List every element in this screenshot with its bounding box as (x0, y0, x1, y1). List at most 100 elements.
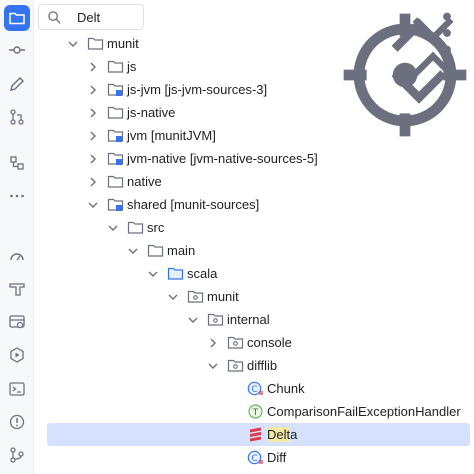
folder-icon (107, 173, 124, 190)
module-folder-icon (107, 150, 124, 167)
folder-icon (127, 219, 144, 236)
chevron-down-icon[interactable] (107, 221, 119, 233)
terminal-icon (9, 382, 25, 396)
tree-row[interactable]: T ComparisonFailExceptionHandler (34, 400, 474, 423)
git-icon (10, 447, 24, 463)
tree-row[interactable]: jvm-native [jvm-native-sources-5] (34, 147, 474, 170)
problems-tool-button[interactable] (4, 409, 30, 435)
search-query[interactable]: Delt (77, 10, 100, 25)
chevron-right-icon[interactable] (207, 336, 219, 348)
pencil-icon (10, 77, 24, 91)
chevron-down-icon[interactable] (127, 244, 139, 256)
tree-row[interactable]: main (34, 239, 474, 262)
chevron-down-icon[interactable] (167, 290, 179, 302)
structure-icon (10, 156, 24, 170)
tree-row-label: main (167, 243, 196, 258)
tree-row[interactable]: difflib (34, 354, 474, 377)
chevron-down-icon[interactable] (187, 313, 199, 325)
chevron-down-icon[interactable] (207, 359, 219, 371)
commit-tool-button[interactable] (4, 37, 30, 63)
services-icon (9, 315, 25, 329)
speed-search-field[interactable]: Delt (38, 4, 144, 30)
profiler-tool-button[interactable] (4, 243, 30, 269)
package-icon (187, 288, 204, 305)
terminal-tool-button[interactable] (4, 376, 30, 402)
tool-window-strip (0, 0, 34, 474)
tree-row[interactable]: js (34, 55, 474, 78)
search-icon (48, 11, 61, 24)
chevron-right-icon[interactable] (87, 129, 99, 141)
tree-row-label: difflib (247, 358, 278, 373)
tree-row[interactable]: C Chunk (34, 377, 474, 400)
pull-requests-tool-button[interactable] (4, 104, 30, 130)
pull-requests-icon (10, 109, 24, 125)
tree-row[interactable]: js-native (34, 101, 474, 124)
build-tool-button[interactable] (4, 276, 30, 302)
search-match-highlight: Delt (267, 427, 291, 442)
project-tree[interactable]: munit js js-jvm [js-jvm-sources-3] js-nativ… (34, 32, 474, 474)
tree-row-label: scala (187, 266, 218, 281)
module-folder-icon (107, 127, 124, 144)
scala-object-icon (247, 426, 264, 443)
tree-row[interactable]: console (34, 331, 474, 354)
tree-row-label: internal (227, 312, 270, 327)
chevron-right-icon[interactable] (87, 83, 99, 95)
module-folder-icon (107, 196, 124, 213)
tree-row-label: src (147, 220, 165, 235)
tree-row-label: munit (207, 289, 239, 304)
build-icon (9, 283, 25, 296)
tree-row[interactable]: internal (34, 308, 474, 331)
chevron-right-icon[interactable] (87, 106, 99, 118)
tree-row-label: js-native (127, 105, 176, 120)
folder-icon (87, 35, 104, 52)
tree-row-label: jvm [munitJVM] (127, 128, 216, 143)
pencil-tool-button[interactable] (4, 71, 30, 97)
chevron-down-icon[interactable] (67, 37, 79, 49)
svg-text:T: T (252, 408, 259, 418)
run-tool-button[interactable] (4, 342, 30, 368)
tree-row[interactable]: src (34, 216, 474, 239)
tree-row[interactable]: shared [munit-sources] (34, 193, 474, 216)
tree-row[interactable]: munit (34, 32, 474, 55)
tree-row-label: js-jvm [js-jvm-sources-3] (127, 82, 268, 97)
chevron-down-icon[interactable] (87, 198, 99, 210)
tree-row-label: munit (107, 36, 139, 51)
git-tool-button[interactable] (4, 442, 30, 468)
tree-row-label: console (247, 335, 292, 350)
tree-row[interactable]: jvm [munitJVM] (34, 124, 474, 147)
tree-row[interactable]: native (34, 170, 474, 193)
tree-row[interactable]: C Diff (34, 446, 474, 469)
project-icon (9, 12, 25, 25)
folder-icon (107, 104, 124, 121)
folder-icon (147, 242, 164, 259)
scala-trait-icon: T (247, 403, 264, 420)
package-icon (207, 311, 224, 328)
folder-icon (107, 58, 124, 75)
chevron-down-icon[interactable] (147, 267, 159, 279)
more-tool-button[interactable] (4, 183, 30, 209)
chevron-right-icon[interactable] (87, 152, 99, 164)
package-icon (227, 357, 244, 374)
package-icon (227, 334, 244, 351)
structure-tool-button[interactable] (4, 150, 30, 176)
tree-row-label: Chunk (267, 381, 305, 396)
run-icon (10, 347, 24, 363)
services-tool-button[interactable] (4, 309, 30, 335)
chevron-right-icon[interactable] (87, 60, 99, 72)
project-tool-button[interactable] (4, 5, 30, 31)
tree-row-label: Delta (267, 427, 297, 442)
chevron-right-icon[interactable] (87, 175, 99, 187)
profiler-icon (10, 253, 24, 261)
problems-icon (9, 414, 25, 430)
svg-text:C: C (251, 454, 257, 464)
scala-class-icon: C (247, 449, 264, 466)
tree-row-label: native (127, 174, 162, 189)
svg-text:C: C (251, 385, 257, 395)
tree-row[interactable]: js-jvm [js-jvm-sources-3] (34, 78, 474, 101)
tree-row[interactable]: munit (34, 285, 474, 308)
tree-row-label: jvm-native [jvm-native-sources-5] (127, 151, 318, 166)
tree-row[interactable]: scala (34, 262, 474, 285)
tree-row[interactable]: Delta (34, 423, 474, 446)
scala-class-icon: C (247, 380, 264, 397)
module-folder-icon (107, 81, 124, 98)
